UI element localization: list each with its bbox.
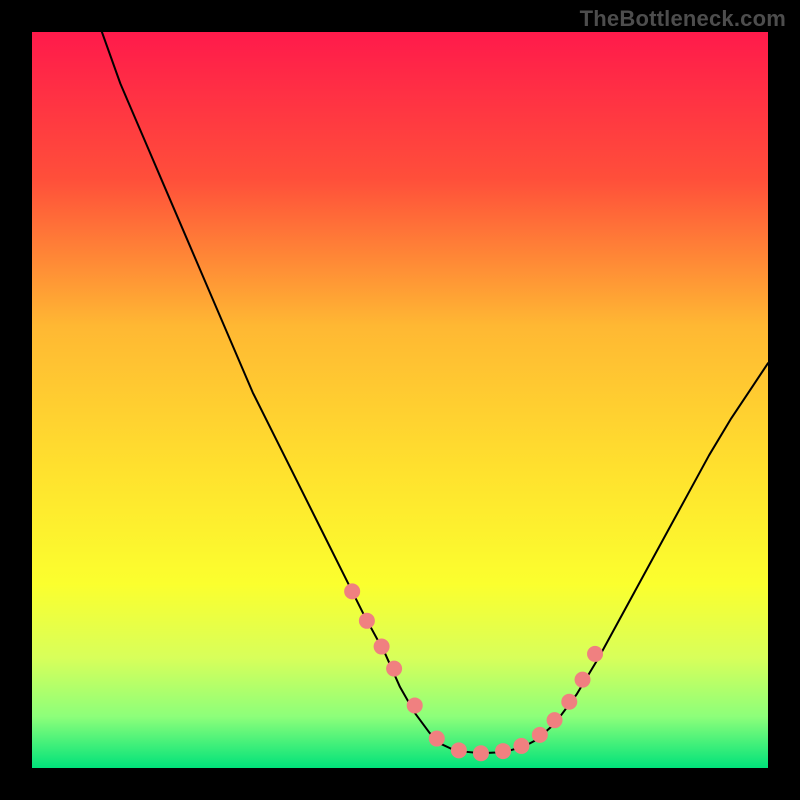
marker-dot	[359, 613, 375, 629]
marker-dot	[407, 697, 423, 713]
marker-dot	[451, 742, 467, 758]
marker-dot	[473, 745, 489, 761]
marker-dot	[561, 694, 577, 710]
marker-dot	[587, 646, 603, 662]
watermark-text: TheBottleneck.com	[580, 6, 786, 32]
marker-dot	[513, 738, 529, 754]
marker-dot	[575, 672, 591, 688]
marker-dot	[547, 712, 563, 728]
chart-stage: TheBottleneck.com	[0, 0, 800, 800]
marker-dot	[386, 661, 402, 677]
marker-dot	[495, 743, 511, 759]
marker-dot	[344, 583, 360, 599]
marker-dot	[532, 727, 548, 743]
marker-dot	[429, 731, 445, 747]
marker-dot	[374, 639, 390, 655]
gradient-background	[32, 32, 768, 768]
chart-svg	[32, 32, 768, 768]
plot-area	[32, 32, 768, 768]
